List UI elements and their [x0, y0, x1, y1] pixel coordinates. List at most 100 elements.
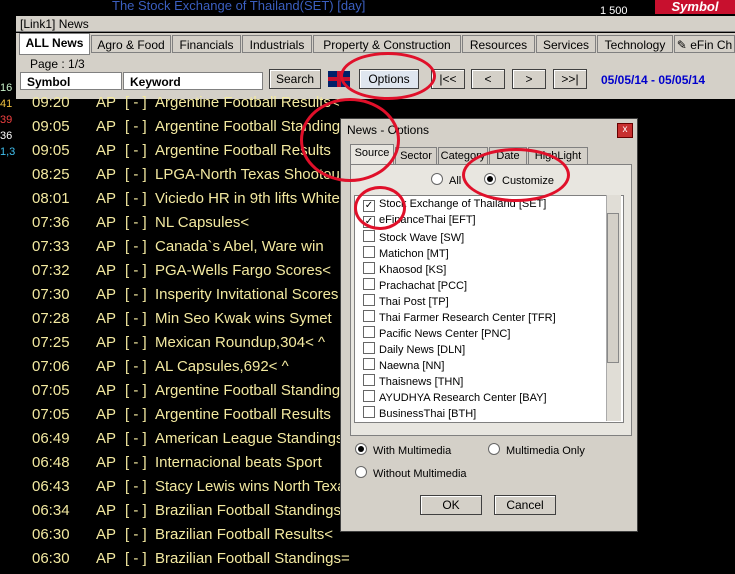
checkbox[interactable] — [363, 358, 375, 370]
source-label: Matichon [MT] — [379, 248, 449, 260]
ok-button[interactable]: OK — [420, 495, 482, 515]
news-time: 07:28 — [32, 310, 70, 327]
news-time: 06:34 — [32, 502, 70, 519]
news-row[interactable]: 06:30 AP [ - ] Brazilian Football Standings… — [16, 550, 735, 574]
source-item[interactable]: Naewna [NN] — [363, 358, 444, 372]
checkbox[interactable] — [363, 262, 375, 274]
news-headline: PGA-Wells Fargo Scores< — [155, 262, 332, 279]
news-time: 07:33 — [32, 238, 70, 255]
tab-all-news[interactable]: ALL News — [19, 33, 90, 55]
checkbox[interactable] — [363, 390, 375, 402]
news-headline: Insperity Invitational Scores — [155, 286, 339, 303]
pen-icon: ✎ — [676, 38, 687, 52]
checkbox[interactable] — [363, 342, 375, 354]
radio-dot-selected — [355, 443, 367, 455]
news-headline: Internacional beats Sport — [155, 454, 322, 471]
left-value: 36 — [0, 130, 13, 142]
radio-all[interactable]: All — [431, 173, 461, 187]
multimedia-only-label: Multimedia Only — [506, 445, 585, 457]
first-page-button[interactable]: |<< — [431, 69, 465, 89]
source-item[interactable]: Matichon [MT] — [363, 246, 449, 260]
news-headline: Argentine Football Results — [155, 406, 331, 423]
symbol-column-header[interactable]: Symbol — [20, 72, 122, 90]
radio-with-multimedia[interactable]: With Multimedia — [355, 443, 451, 457]
radio-without-multimedia[interactable]: Without Multimedia — [355, 466, 467, 480]
tab-sector[interactable]: Sector — [395, 147, 437, 165]
news-tag: [ - ] — [125, 502, 147, 519]
source-label: BusinessThai [BTH] — [379, 408, 477, 420]
sector-tab-bar: ALL News Agro & Food Financials Industri… — [16, 33, 735, 55]
with-multimedia-label: With Multimedia — [373, 445, 452, 457]
news-source: AP — [96, 430, 117, 447]
checkbox[interactable] — [363, 326, 375, 338]
prev-page-button[interactable]: < — [471, 69, 505, 89]
radio-multimedia-only[interactable]: Multimedia Only — [488, 443, 585, 457]
news-headline: NL Capsules< — [155, 214, 250, 231]
news-headline: Mexican Roundup,304< ^ — [155, 334, 326, 351]
tab-agro-food[interactable]: Agro & Food — [91, 35, 171, 53]
source-item[interactable]: Pacific News Center [PNC] — [363, 326, 510, 340]
close-icon[interactable]: x — [617, 123, 633, 138]
source-item[interactable]: Stock Wave [SW] — [363, 230, 464, 244]
search-button[interactable]: Search — [269, 69, 321, 89]
news-source: AP — [96, 238, 117, 255]
without-multimedia-label: Without Multimedia — [373, 468, 467, 480]
tab-industrials[interactable]: Industrials — [242, 35, 312, 53]
news-time: 09:05 — [32, 118, 70, 135]
keyword-column-header[interactable]: Keyword — [123, 72, 263, 90]
source-item[interactable]: Khaosod [KS] — [363, 262, 446, 276]
page-indicator: Page : 1/3 — [30, 57, 85, 71]
news-headline: Brazilian Football Standings= — [155, 550, 350, 567]
news-tag: [ - ] — [125, 166, 147, 183]
tab-property-construction[interactable]: Property & Construction — [313, 35, 461, 53]
last-page-button[interactable]: >>| — [553, 69, 587, 89]
radio-dot — [355, 466, 367, 478]
symbol-button[interactable]: Symbol — [655, 0, 735, 14]
news-headline: Argentine Football Results< — [155, 94, 340, 111]
radio-dot — [431, 173, 443, 185]
news-source: AP — [96, 190, 117, 207]
next-page-button[interactable]: > — [512, 69, 546, 89]
background-left-values: 16 41 39 36 1,3 — [0, 80, 16, 160]
news-time: 07:05 — [32, 382, 70, 399]
radio-all-label: All — [449, 175, 462, 187]
checkbox[interactable] — [363, 406, 375, 418]
news-source: AP — [96, 142, 117, 159]
news-source: AP — [96, 358, 117, 375]
news-source: AP — [96, 478, 117, 495]
tab-efin-channel[interactable]: ✎ eFin Ch — [674, 35, 735, 53]
news-tag: [ - ] — [125, 94, 147, 111]
scrollbar-thumb[interactable] — [607, 213, 619, 363]
checkbox[interactable] — [363, 310, 375, 322]
checkbox[interactable] — [363, 278, 375, 290]
tab-resources[interactable]: Resources — [462, 35, 535, 53]
news-source: AP — [96, 526, 117, 543]
source-item[interactable]: Associate Press [AP] — [363, 422, 482, 423]
news-time: 06:43 — [32, 478, 70, 495]
left-value: 1,3 — [0, 146, 16, 158]
tab-services[interactable]: Services — [536, 35, 596, 53]
checkbox[interactable] — [363, 422, 375, 423]
checkbox[interactable] — [363, 374, 375, 386]
source-item[interactable]: Daily News [DLN] — [363, 342, 465, 356]
checkbox[interactable] — [363, 246, 375, 258]
news-time: 07:25 — [32, 334, 70, 351]
source-item[interactable]: Prachachat [PCC] — [363, 278, 467, 292]
checkbox[interactable] — [363, 230, 375, 242]
source-item[interactable]: Thaisnews [THN] — [363, 374, 463, 388]
news-headline: Min Seo Kwak wins Symet — [155, 310, 332, 327]
source-item[interactable]: Thai Post [TP] — [363, 294, 449, 308]
checkbox[interactable] — [363, 294, 375, 306]
news-time: 07:05 — [32, 406, 70, 423]
news-tag: [ - ] — [125, 478, 147, 495]
cancel-button[interactable]: Cancel — [494, 495, 556, 515]
news-headline: Argentine Football Standings — [155, 382, 348, 399]
news-source: AP — [96, 166, 117, 183]
tab-financials[interactable]: Financials — [172, 35, 241, 53]
tab-technology[interactable]: Technology — [597, 35, 673, 53]
source-item[interactable]: AYUDHYA Research Center [BAY] — [363, 390, 547, 404]
source-item[interactable]: BusinessThai [BTH] — [363, 406, 476, 420]
news-source: AP — [96, 310, 117, 327]
source-item[interactable]: Thai Farmer Research Center [TFR] — [363, 310, 556, 324]
news-time: 07:36 — [32, 214, 70, 231]
